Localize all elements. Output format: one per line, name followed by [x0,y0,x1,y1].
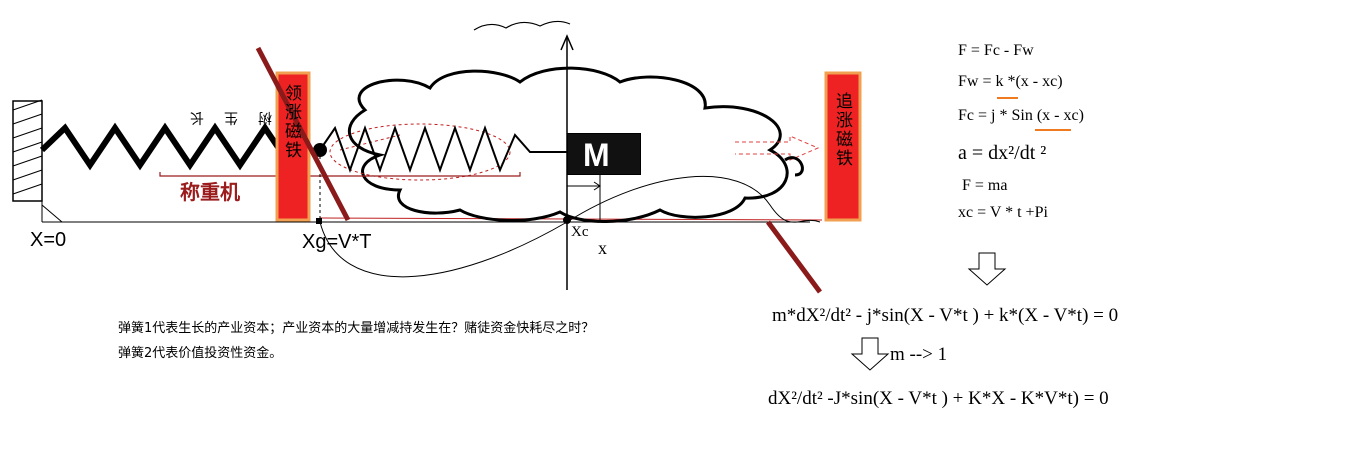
equation-newton: F = ma [962,177,1008,194]
x-label: x [598,238,607,258]
down-arrow-2 [850,337,890,371]
equation-reduced: dX²/dt² -J*sin(X - V*t ) + K*X - K*V*t) … [768,388,1109,409]
sine-curve [319,175,821,278]
mass-label: M [583,137,610,173]
equation-force: F = Fc - Fw [958,42,1034,59]
note-line-1: 弹簧1代表生长的产业资本；产业资本的大量增减持发生在？赌徒资金快耗尽之时？ [118,321,595,336]
note-line-2: 弹簧2代表价值投资性资金。 [118,346,283,361]
diagram-canvas: M X=0 Xg=V*T Xc x 称重机 领涨磁铁 追涨磁铁 树生长 F = … [0,0,1346,473]
equation-acceleration: a = dx²/dt ² [958,142,1047,164]
spring-2 [319,125,570,173]
xg-label: Xg=V*T [302,231,372,253]
spring-1 [39,122,312,171]
down-arrow-1 [967,252,1007,286]
tree-growth-label: 树生长 [170,110,272,126]
equation-sine-force: Fc = j * Sin (x - xc) [958,107,1084,124]
diagram-drawing [12,20,1071,371]
scale-label: 称重机 [180,182,240,204]
wall [12,99,43,202]
x-zero-label: X=0 [30,229,67,251]
left-magnet-label: 领涨磁铁 [281,84,301,160]
equation-limit: m --> 1 [890,344,948,365]
slash-lower [765,220,823,294]
equation-spring-force: Fw = k *(x - xc) [958,73,1063,90]
mass-block: M [567,133,641,175]
equation-full: m*dX²/dt² - j*sin(X - V*t ) + k*(X - V*t… [772,305,1119,326]
right-magnet-label: 追涨磁铁 [832,92,852,168]
equation-position: xc = V * t +Pi [958,204,1048,221]
xc-label: Xc [571,224,589,240]
